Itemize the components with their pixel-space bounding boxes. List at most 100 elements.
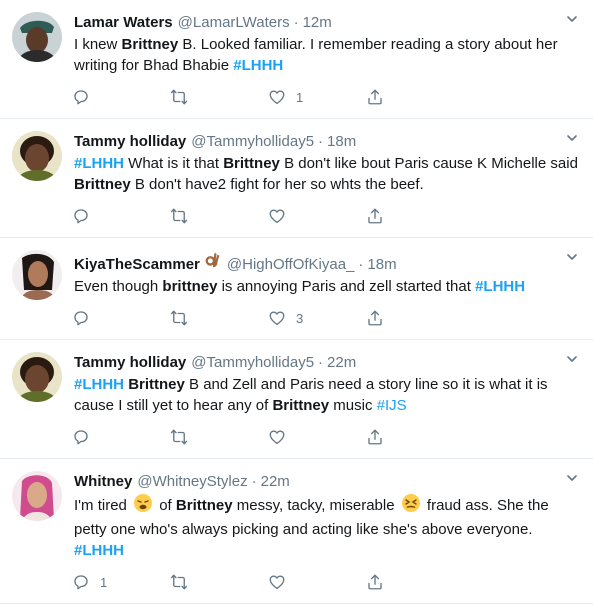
timestamp[interactable]: 18m <box>367 255 396 275</box>
hashtag-link[interactable]: #LHHH <box>74 542 124 559</box>
display-name[interactable]: KiyaTheScammer <box>74 255 200 275</box>
share-button[interactable] <box>366 207 464 225</box>
tweet-header: Tammy holliday @Tammyholliday5 · 18m <box>74 129 581 152</box>
tweet-text-segment: is annoying Paris and zell started that <box>217 278 476 295</box>
share-button[interactable] <box>366 309 464 327</box>
retweet-button[interactable] <box>170 88 268 106</box>
tweet-text: I knew Brittney B. Looked familiar. I re… <box>74 34 581 76</box>
avatar[interactable] <box>12 250 62 300</box>
like-button[interactable] <box>268 428 366 446</box>
avatar[interactable] <box>12 131 62 181</box>
highlighted-keyword: brittney <box>162 278 218 295</box>
like-icon <box>268 88 296 106</box>
display-name[interactable]: Whitney <box>74 472 132 492</box>
reply-count: 1 <box>100 574 108 590</box>
retweet-button[interactable] <box>170 207 268 225</box>
like-button[interactable]: 3 <box>268 309 366 327</box>
avatar[interactable] <box>12 352 62 402</box>
retweet-icon <box>170 309 198 327</box>
hashtag-link[interactable]: #IJS <box>377 397 407 414</box>
avatar[interactable] <box>12 471 62 521</box>
retweet-button[interactable] <box>170 309 268 327</box>
retweet-icon <box>170 573 198 591</box>
like-button[interactable] <box>268 573 366 591</box>
timestamp[interactable]: 18m <box>327 132 356 152</box>
like-icon <box>268 207 296 225</box>
user-handle[interactable]: @Tammyholliday5 <box>191 132 314 152</box>
reply-icon <box>72 207 100 225</box>
like-button[interactable] <box>268 207 366 225</box>
tweet-header: Lamar Waters @LamarLWaters · 12m <box>74 10 581 33</box>
retweet-icon <box>170 207 198 225</box>
tweet-text-segment: I knew <box>74 36 122 53</box>
chevron-down-icon[interactable] <box>565 471 579 485</box>
reply-button[interactable] <box>72 428 170 446</box>
like-button[interactable]: 1 <box>268 88 366 106</box>
timestamp[interactable]: 22m <box>261 472 290 492</box>
tweet[interactable]: Tammy holliday @Tammyholliday5 · 22m #LH… <box>0 340 593 459</box>
reply-icon <box>72 88 100 106</box>
reply-icon <box>72 428 100 446</box>
display-name[interactable]: Tammy holliday <box>74 132 186 152</box>
tweet[interactable]: KiyaTheScammer @HighOffOfKiyaa_ · 18m Ev… <box>0 238 593 340</box>
tweet-text-segment: B don't like bout Paris cause K Michelle… <box>279 155 578 172</box>
reply-icon <box>72 573 100 591</box>
chevron-down-icon[interactable] <box>565 250 579 264</box>
tweet[interactable]: Lamar Waters @LamarLWaters · 12m I knew … <box>0 0 593 119</box>
share-icon <box>366 207 394 225</box>
share-button[interactable] <box>366 88 464 106</box>
tweet[interactable]: Whitney @WhitneyStylez · 22m I'm tired o… <box>0 459 593 604</box>
tweet-text-segment: B don't have2 fight for her so whts the … <box>130 176 424 193</box>
reply-button[interactable] <box>72 207 170 225</box>
retweet-button[interactable] <box>170 573 268 591</box>
share-icon <box>366 573 394 591</box>
reply-button[interactable] <box>72 88 170 106</box>
retweet-icon <box>170 88 198 106</box>
reply-icon <box>72 309 100 327</box>
highlighted-keyword: Brittney <box>121 36 179 53</box>
reply-button[interactable] <box>72 309 170 327</box>
display-name[interactable]: Tammy holliday <box>74 353 186 373</box>
tweet-text-segment: messy, tacky, miserable <box>232 497 399 514</box>
share-icon <box>366 309 394 327</box>
tweet-header: KiyaTheScammer @HighOffOfKiyaa_ · 18m <box>74 248 581 275</box>
tweet-header: Whitney @WhitneyStylez · 22m <box>74 469 581 492</box>
highlighted-keyword: Brittney <box>128 376 185 393</box>
timestamp[interactable]: 22m <box>327 353 356 373</box>
tweet-text-segment: Even though <box>74 278 163 295</box>
like-count: 1 <box>296 89 304 105</box>
like-count: 3 <box>296 310 304 326</box>
retweet-button[interactable] <box>170 428 268 446</box>
hashtag-link[interactable]: #LHHH <box>74 376 124 393</box>
tweet-text: #LHHH What is it that Brittney B don't l… <box>74 153 581 195</box>
user-handle[interactable]: @WhitneyStylez <box>137 472 247 492</box>
like-icon <box>268 428 296 446</box>
highlighted-keyword: Brittney <box>223 155 280 172</box>
highlighted-keyword: Brittney <box>175 497 233 514</box>
share-button[interactable] <box>366 573 464 591</box>
tweet-actions <box>74 195 581 237</box>
hashtag-link[interactable]: #LHHH <box>233 57 283 74</box>
display-name[interactable]: Lamar Waters <box>74 13 173 33</box>
separator-dot: · <box>358 256 364 273</box>
tweet-text: #LHHH Brittney B and Zell and Paris need… <box>74 374 581 416</box>
chevron-down-icon[interactable] <box>565 131 579 145</box>
like-icon <box>268 309 296 327</box>
user-handle[interactable]: @Tammyholliday5 <box>191 353 314 373</box>
tweet[interactable]: Tammy holliday @Tammyholliday5 · 18m #LH… <box>0 119 593 238</box>
chevron-down-icon[interactable] <box>565 352 579 366</box>
share-button[interactable] <box>366 428 464 446</box>
tired-face-emoji <box>133 493 153 519</box>
hashtag-link[interactable]: #LHHH <box>74 155 124 172</box>
user-handle[interactable]: @LamarLWaters <box>178 13 290 33</box>
highlighted-keyword: Brittney <box>74 176 131 193</box>
reply-button[interactable]: 1 <box>72 573 170 591</box>
tweet-text-segment: What is it that <box>124 155 224 172</box>
timestamp[interactable]: 12m <box>303 13 332 33</box>
avatar[interactable] <box>12 12 62 62</box>
highlighted-keyword: Brittney <box>272 397 330 414</box>
hashtag-link[interactable]: #LHHH <box>475 278 525 295</box>
tweet-actions: 1 <box>74 76 581 118</box>
chevron-down-icon[interactable] <box>565 12 579 26</box>
user-handle[interactable]: @HighOffOfKiyaa_ <box>227 255 355 275</box>
